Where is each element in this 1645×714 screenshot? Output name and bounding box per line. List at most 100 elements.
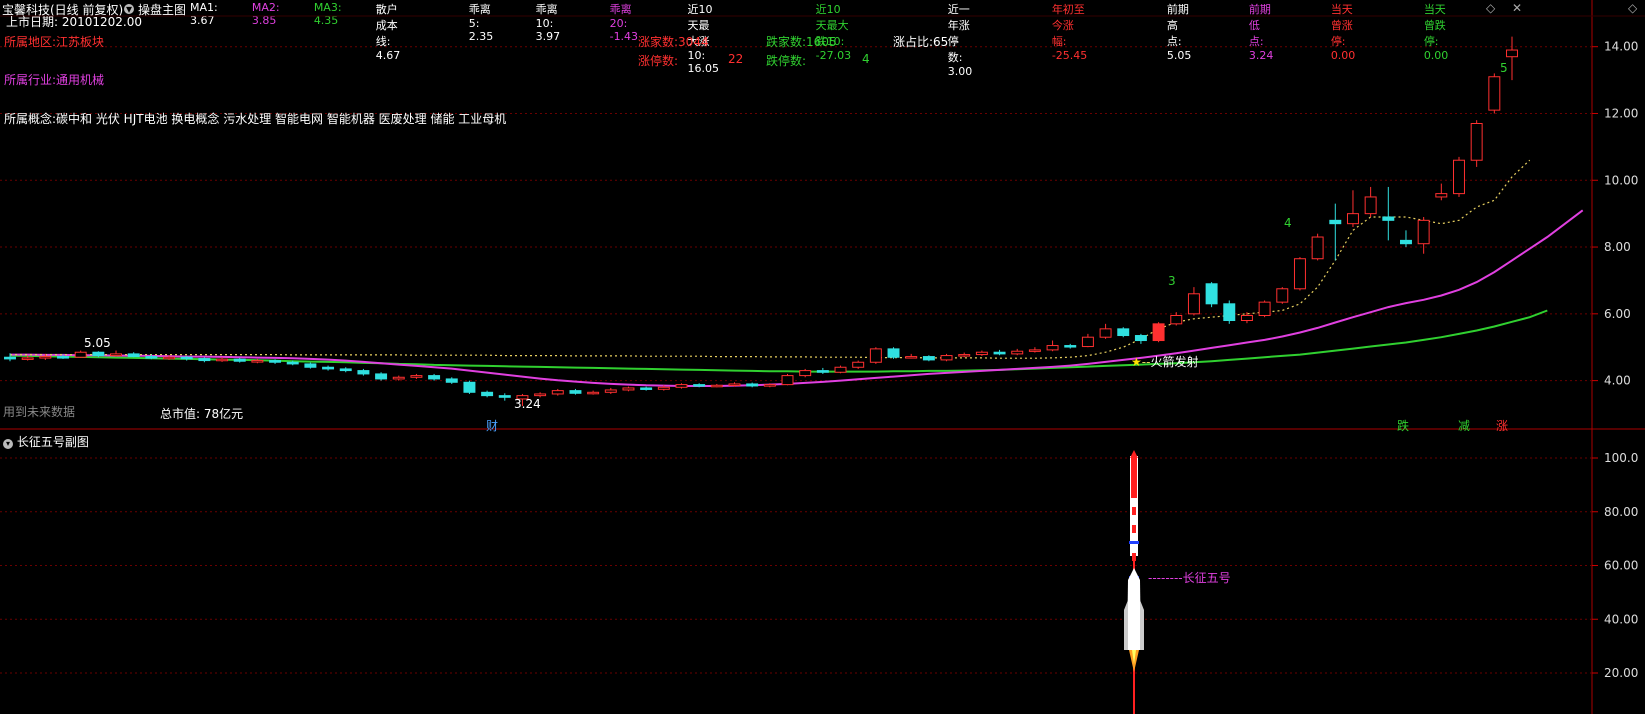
candle-body bbox=[587, 391, 600, 395]
candle-body bbox=[39, 356, 52, 359]
limit-up-value: 22 bbox=[728, 52, 744, 66]
candle-body bbox=[569, 390, 582, 394]
limit-down-value: 4 bbox=[862, 52, 870, 66]
rocket-label: --------长征五号 bbox=[1148, 571, 1231, 585]
rocket-label-text: 长征五号 bbox=[1182, 571, 1231, 585]
candle-body bbox=[322, 366, 335, 370]
candle-body bbox=[251, 360, 264, 363]
candle-body bbox=[233, 358, 246, 362]
candle-body bbox=[445, 378, 458, 383]
main-chart: 14.00 12.00 10.00 8.00 6.00 4.00 bbox=[0, 0, 1645, 714]
candle-body bbox=[74, 351, 87, 358]
candle-body bbox=[1506, 49, 1518, 58]
candle-body bbox=[269, 360, 282, 363]
zhang-marker: 涨 bbox=[1496, 419, 1509, 433]
candle-body bbox=[958, 354, 971, 357]
candle-body bbox=[481, 391, 494, 397]
candle-body bbox=[180, 356, 193, 360]
candle-body bbox=[145, 356, 158, 359]
prev-low-label: 3.24 bbox=[514, 397, 541, 411]
candle-body bbox=[1258, 301, 1271, 316]
candle-body bbox=[1470, 122, 1483, 161]
candle-body bbox=[375, 373, 388, 380]
candle-body bbox=[1276, 288, 1289, 303]
candle-body bbox=[816, 370, 829, 373]
jian-marker: 减 bbox=[1458, 419, 1471, 433]
candle-body bbox=[4, 356, 16, 360]
candle-body bbox=[1117, 328, 1130, 337]
price-axis-label: 6.00 bbox=[1604, 307, 1631, 321]
rocket-launch-text: 火箭发射 bbox=[1150, 355, 1199, 369]
candle-body bbox=[1435, 193, 1448, 198]
cai-marker: 财 bbox=[486, 419, 499, 433]
star-icon: ★ bbox=[1131, 355, 1142, 369]
candle-body bbox=[869, 348, 882, 363]
candle-body bbox=[693, 384, 706, 387]
sub-panel-title[interactable]: ▾ 长征五号副图 bbox=[3, 433, 89, 450]
candle-body bbox=[1028, 349, 1041, 352]
future-data-label: 用到未来数据 bbox=[3, 405, 76, 419]
up-ratio: 涨占比:65 bbox=[893, 35, 949, 49]
candle-body bbox=[198, 358, 211, 362]
concept-label: 所属概念:碳中和 光伏 HJT电池 换电概念 污水处理 智能电网 智能机器 医废… bbox=[4, 112, 507, 126]
sub-panel-toggle-icon[interactable]: ▾ bbox=[3, 439, 13, 449]
candle-body bbox=[110, 353, 123, 357]
candle-body bbox=[1364, 196, 1377, 215]
candle-body bbox=[1293, 258, 1306, 290]
candle-body bbox=[286, 361, 299, 365]
candle-body bbox=[781, 375, 794, 386]
down-count: 跌家数:1605 bbox=[766, 35, 837, 49]
candle-body bbox=[905, 356, 918, 359]
candle-body bbox=[657, 386, 670, 390]
region-label: 所属地区:江苏板块 bbox=[4, 35, 105, 49]
candle-body bbox=[675, 384, 688, 388]
candle-body bbox=[604, 389, 617, 393]
prev-high-label: 5.05 bbox=[84, 336, 111, 350]
candle-body bbox=[1329, 219, 1342, 225]
price-axis-label: 4.00 bbox=[1604, 374, 1631, 388]
candle-body bbox=[339, 368, 352, 372]
candle-body bbox=[640, 387, 653, 390]
candle-body bbox=[1488, 76, 1501, 111]
candle-body bbox=[1453, 159, 1465, 195]
candle-body bbox=[887, 348, 900, 358]
candle-body bbox=[1399, 239, 1412, 245]
candle-body bbox=[1046, 345, 1059, 351]
candle-body bbox=[1240, 314, 1253, 322]
candle-body bbox=[304, 363, 317, 368]
candle-body bbox=[746, 383, 759, 387]
candle-body bbox=[1170, 314, 1183, 325]
candle-body bbox=[57, 356, 69, 359]
candle-body bbox=[463, 381, 476, 393]
candle-body bbox=[163, 356, 176, 360]
price-axis-label: 10.00 bbox=[1604, 173, 1638, 187]
candle-body bbox=[710, 384, 723, 388]
count-4-marker: 4 bbox=[1284, 216, 1292, 230]
price-axis-label: 14.00 bbox=[1604, 40, 1638, 54]
candle-body bbox=[1064, 345, 1077, 348]
price-axis-label: 8.00 bbox=[1604, 240, 1631, 254]
rocket-launch-label: ★--火箭发射 bbox=[1131, 355, 1199, 369]
candle-body bbox=[852, 361, 865, 368]
candle-body bbox=[975, 351, 988, 356]
candle-body bbox=[922, 356, 935, 361]
candle-body bbox=[127, 353, 140, 358]
candle-body bbox=[1011, 350, 1024, 355]
limit-down-label: 跌停数: bbox=[766, 54, 807, 68]
industry-label: 所属行业:通用机械 bbox=[4, 73, 105, 87]
candle-body bbox=[534, 393, 547, 397]
candle-body bbox=[1081, 336, 1094, 348]
candle-body bbox=[1382, 216, 1395, 221]
candle-body bbox=[622, 387, 635, 391]
candle-body bbox=[410, 375, 423, 378]
candle-body bbox=[357, 370, 370, 375]
candle-body bbox=[21, 357, 34, 360]
count-3-marker: 3 bbox=[1168, 274, 1176, 288]
candle-body bbox=[940, 355, 953, 361]
candle-body bbox=[1311, 236, 1324, 260]
candle-body bbox=[728, 383, 741, 386]
candle-body bbox=[216, 358, 229, 362]
die-marker: 跌 bbox=[1397, 419, 1410, 433]
candle-body bbox=[763, 384, 776, 387]
ma3-line bbox=[9, 309, 1548, 373]
